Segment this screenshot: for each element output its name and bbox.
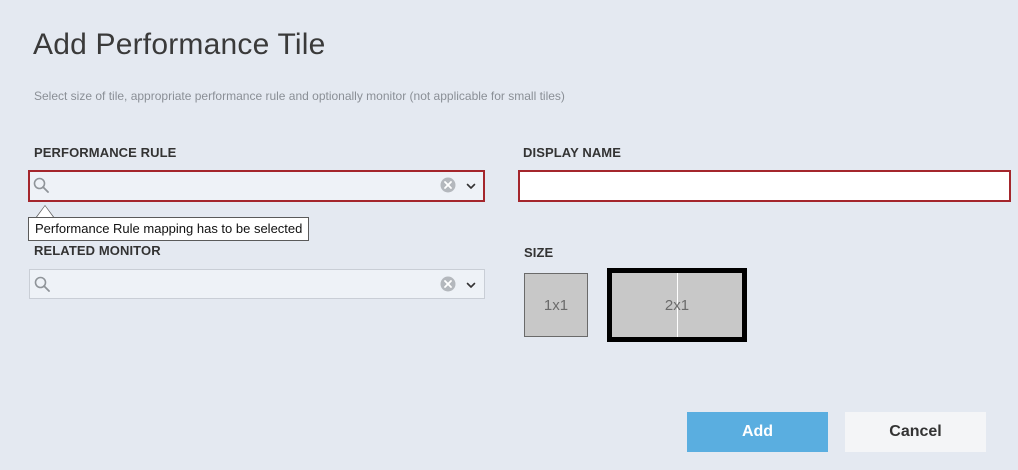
clear-circle-icon[interactable]: [440, 276, 456, 292]
size-option-2x1[interactable]: 2x1: [607, 268, 747, 342]
display-name-input[interactable]: [518, 170, 1011, 202]
chevron-down-icon[interactable]: [465, 180, 477, 192]
tooltip-arrow: [36, 205, 54, 217]
clear-circle-icon[interactable]: [440, 177, 456, 193]
size-label: SIZE: [524, 245, 554, 260]
performance-rule-combobox[interactable]: [28, 170, 485, 202]
size-option-label: 1x1: [543, 296, 569, 314]
chevron-down-icon[interactable]: [465, 279, 477, 291]
dialog-title: Add Performance Tile: [33, 28, 326, 61]
related-monitor-combobox[interactable]: [29, 269, 485, 299]
search-icon: [34, 276, 50, 292]
add-button[interactable]: Add: [687, 412, 828, 452]
related-monitor-label: RELATED MONITOR: [34, 243, 161, 258]
cancel-button[interactable]: Cancel: [845, 412, 986, 452]
size-option-label: 2x1: [664, 296, 690, 314]
size-option-1x1[interactable]: 1x1: [524, 273, 588, 337]
validation-tooltip: Performance Rule mapping has to be selec…: [28, 217, 310, 241]
search-icon: [33, 177, 49, 193]
performance-rule-label: PERFORMANCE RULE: [34, 145, 177, 160]
add-performance-tile-dialog: Add Performance Tile Select size of tile…: [0, 0, 1018, 470]
dialog-subtitle: Select size of tile, appropriate perform…: [34, 89, 565, 103]
display-name-label: DISPLAY NAME: [523, 145, 622, 160]
